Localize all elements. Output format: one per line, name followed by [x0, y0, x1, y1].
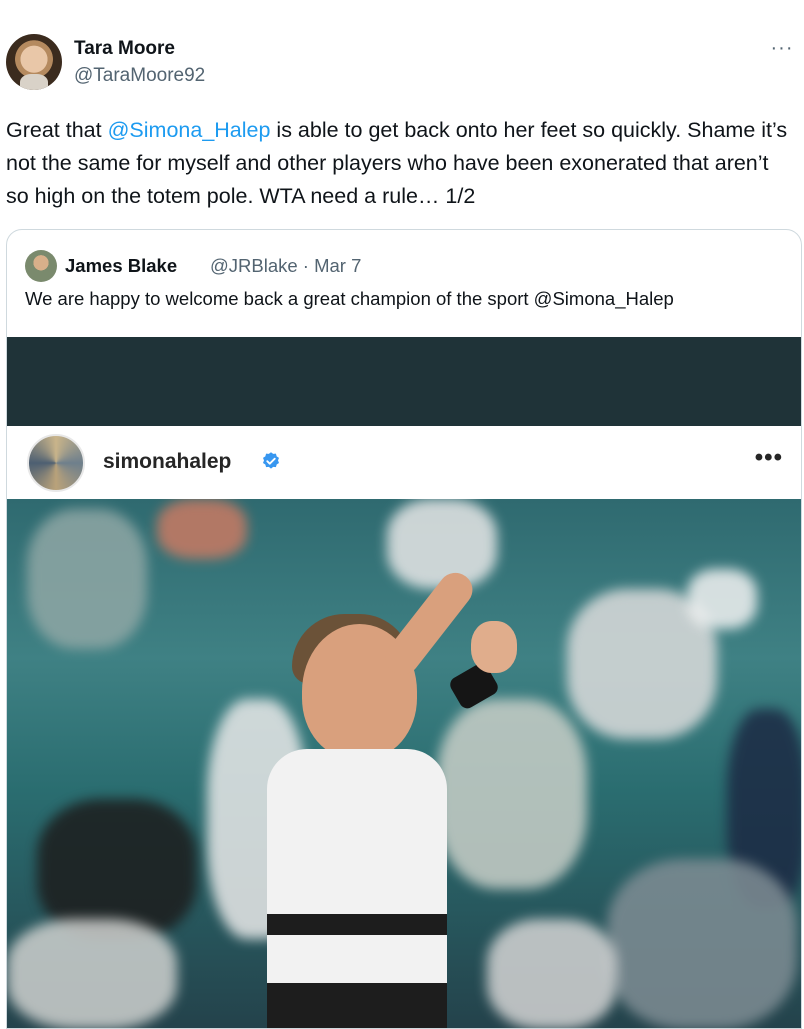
- instagram-header: simonahalep •••: [7, 426, 801, 499]
- tweet: Tara Moore @TaraMoore92 ··· Great that @…: [0, 0, 804, 1029]
- tweet-text: Great that @Simona_Halep is able to get …: [6, 114, 796, 213]
- quoted-media[interactable]: simonahalep •••: [7, 337, 801, 1028]
- more-options-button[interactable]: ···: [766, 34, 798, 62]
- tweet-header: Tara Moore @TaraMoore92 ···: [6, 32, 798, 92]
- quoted-author-avatar: [25, 250, 57, 282]
- quoted-tweet-header: James Blake @JRBlake · Mar 7: [25, 250, 785, 282]
- author-name[interactable]: Tara Moore: [74, 38, 175, 60]
- mention-link[interactable]: @Simona_Halep: [108, 118, 271, 142]
- quoted-author-name: James Blake: [65, 255, 178, 276]
- quoted-author-handle-date: @JRBlake · Mar 7: [210, 255, 362, 276]
- author-handle[interactable]: @TaraMoore92: [74, 65, 205, 87]
- author-avatar[interactable]: [6, 34, 62, 90]
- quoted-tweet-text: We are happy to welcome back a great cha…: [25, 288, 674, 309]
- instagram-avatar: [27, 434, 85, 492]
- tennis-photo: [7, 499, 801, 1028]
- instagram-more-icon: •••: [754, 444, 783, 471]
- quoted-tweet[interactable]: James Blake @JRBlake · Mar 7 We are happ…: [6, 229, 802, 1029]
- verified-badge-icon: [263, 452, 279, 469]
- player-fist: [471, 621, 517, 673]
- media-top-bar: [7, 337, 801, 426]
- instagram-username: simonahalep: [103, 450, 232, 473]
- player-body: [267, 749, 447, 1028]
- tweet-text-part: Great that: [6, 118, 108, 142]
